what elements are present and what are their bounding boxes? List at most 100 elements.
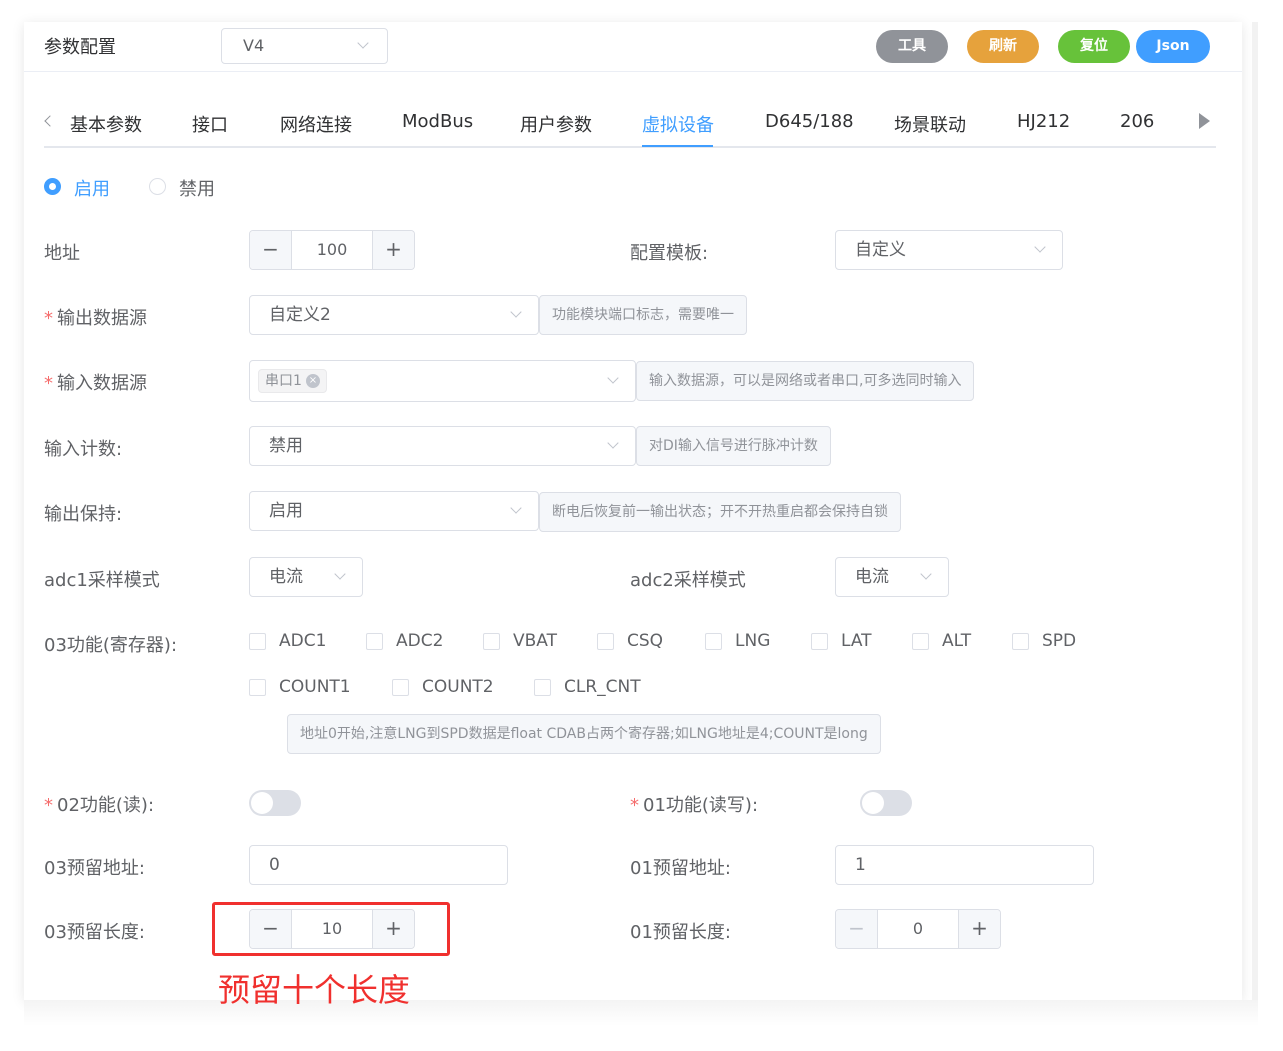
- disable-radio[interactable]: [149, 178, 166, 195]
- highlight-box: [212, 902, 450, 956]
- output-source-value: 自定义2: [269, 305, 331, 325]
- checkbox-adc1-label[interactable]: ADC1: [279, 631, 326, 651]
- reserve01-len-stepper[interactable]: − 0 +: [835, 909, 1001, 949]
- tab-interface[interactable]: 接口: [192, 111, 228, 137]
- checkbox-spd[interactable]: [1012, 633, 1029, 650]
- reserve03-len-label: 03预留长度:: [44, 922, 145, 943]
- enable-radio[interactable]: [44, 178, 61, 195]
- input-source-hint: 输入数据源，可以是网络或者串口,可多选同时输入: [636, 361, 975, 401]
- tools-button[interactable]: 工具: [876, 30, 948, 63]
- tab-active-indicator: [642, 145, 713, 147]
- tab-d645[interactable]: D645/188: [765, 111, 854, 132]
- checkbox-clr-cnt-label[interactable]: CLR_CNT: [564, 677, 641, 697]
- checkbox-spd-label[interactable]: SPD: [1042, 631, 1076, 651]
- adc2-label: adc2采样模式: [630, 570, 746, 591]
- adc1-value: 电流: [269, 567, 303, 587]
- func02-switch[interactable]: [249, 790, 301, 816]
- template-select[interactable]: 自定义: [835, 230, 1063, 270]
- tab-bar-line: [44, 146, 1216, 148]
- output-source-hint: 功能模块端口标志，需要唯一: [539, 295, 747, 335]
- json-button[interactable]: Json: [1136, 30, 1210, 63]
- tab-basic[interactable]: 基本参数: [70, 111, 142, 137]
- chevron-down-icon: [357, 37, 369, 49]
- input-source-select[interactable]: 串口1 ×: [249, 360, 636, 402]
- input-count-select[interactable]: 禁用: [249, 426, 636, 466]
- tab-user[interactable]: 用户参数: [520, 111, 592, 137]
- func01-label-text: 01功能(读写):: [643, 795, 759, 816]
- version-value: V4: [243, 36, 265, 55]
- checkbox-clr-cnt[interactable]: [534, 679, 551, 696]
- template-value: 自定义: [855, 240, 906, 260]
- checkbox-lng[interactable]: [705, 633, 722, 650]
- checkbox-lat-label[interactable]: LAT: [841, 631, 872, 651]
- tab-206[interactable]: 206: [1120, 111, 1154, 132]
- func03-hint: 地址0开始,注意LNG到SPD数据是float CDAB占两个寄存器;如LNG地…: [287, 714, 881, 754]
- version-select[interactable]: V4: [221, 28, 388, 64]
- chevron-down-icon: [607, 372, 619, 384]
- checkbox-adc1[interactable]: [249, 633, 266, 650]
- checkbox-csq[interactable]: [597, 633, 614, 650]
- checkbox-alt[interactable]: [912, 633, 929, 650]
- output-source-label: * 输出数据源: [44, 304, 147, 330]
- close-icon[interactable]: ×: [305, 374, 320, 388]
- plus-icon[interactable]: +: [958, 910, 1000, 948]
- reserve03-addr-input[interactable]: 0: [249, 845, 508, 885]
- address-value[interactable]: 100: [292, 231, 372, 269]
- address-label: 地址: [44, 243, 80, 264]
- minus-icon[interactable]: −: [250, 231, 292, 269]
- checkbox-count2[interactable]: [392, 679, 409, 696]
- output-source-label-text: 输出数据源: [57, 308, 147, 329]
- tag-label: 串口1: [265, 373, 302, 389]
- header-divider: [24, 71, 1242, 72]
- tab-scene[interactable]: 场景联动: [894, 111, 966, 137]
- adc1-select[interactable]: 电流: [249, 557, 363, 597]
- checkbox-count2-label[interactable]: COUNT2: [422, 677, 494, 697]
- func01-label: * 01功能(读写):: [630, 791, 758, 817]
- output-source-select[interactable]: 自定义2: [249, 295, 539, 335]
- page-title: 参数配置: [44, 37, 116, 58]
- checkbox-adc2-label[interactable]: ADC2: [396, 631, 443, 651]
- func01-switch[interactable]: [860, 790, 912, 816]
- chevron-down-icon: [920, 568, 932, 580]
- reserve01-addr-input[interactable]: 1: [835, 845, 1094, 885]
- checkbox-vbat[interactable]: [483, 633, 500, 650]
- reset-button[interactable]: 复位: [1058, 30, 1130, 63]
- enable-label[interactable]: 启用: [74, 175, 110, 201]
- output-hold-label: 输出保持:: [44, 504, 123, 525]
- checkbox-lat[interactable]: [811, 633, 828, 650]
- plus-icon[interactable]: +: [372, 231, 414, 269]
- input-source-tag: 串口1 ×: [258, 369, 327, 393]
- disable-label[interactable]: 禁用: [179, 175, 215, 201]
- checkbox-adc2[interactable]: [366, 633, 383, 650]
- annotation-note: 预留十个长度: [218, 971, 411, 1009]
- checkbox-alt-label[interactable]: ALT: [942, 631, 971, 651]
- refresh-button[interactable]: 刷新: [967, 30, 1039, 63]
- input-count-label: 输入计数:: [44, 439, 123, 460]
- func02-label: * 02功能(读):: [44, 791, 154, 817]
- minus-icon[interactable]: −: [836, 910, 878, 948]
- checkbox-csq-label[interactable]: CSQ: [627, 631, 663, 651]
- reserve01-addr-value: 1: [855, 855, 866, 875]
- input-source-label: * 输入数据源: [44, 369, 147, 395]
- tab-modbus[interactable]: ModBus: [402, 111, 473, 132]
- tab-network[interactable]: 网络连接: [280, 111, 352, 137]
- output-hold-select[interactable]: 启用: [249, 491, 539, 531]
- input-count-hint: 对DI输入信号进行脉冲计数: [636, 426, 831, 466]
- reserve01-len-value[interactable]: 0: [878, 910, 958, 948]
- tab-hj212[interactable]: HJ212: [1017, 111, 1070, 132]
- chevron-down-icon: [607, 437, 619, 449]
- func03-label: 03功能(寄存器):: [44, 635, 178, 656]
- checkbox-count1-label[interactable]: COUNT1: [279, 677, 351, 697]
- checkbox-vbat-label[interactable]: VBAT: [513, 631, 557, 651]
- checkbox-count1[interactable]: [249, 679, 266, 696]
- scroll-edge: [1252, 22, 1258, 1000]
- adc2-select[interactable]: 电流: [835, 557, 949, 597]
- tab-next-icon[interactable]: [1199, 113, 1210, 129]
- tab-virtual-device[interactable]: 虚拟设备: [642, 111, 714, 137]
- checkbox-lng-label[interactable]: LNG: [735, 631, 770, 651]
- func02-label-text: 02功能(读):: [57, 795, 155, 816]
- address-stepper[interactable]: − 100 +: [249, 230, 415, 270]
- adc1-label: adc1采样模式: [44, 570, 160, 591]
- required-mark: *: [44, 795, 53, 816]
- chevron-down-icon: [510, 306, 522, 318]
